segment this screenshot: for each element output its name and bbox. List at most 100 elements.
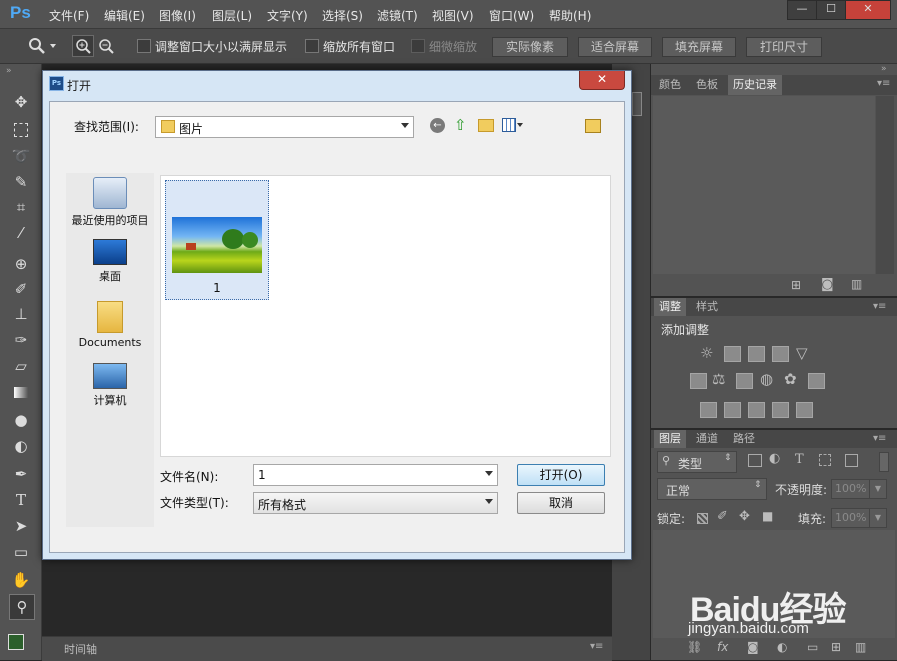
filename-input[interactable]: 1: [253, 464, 498, 486]
filter-smart-object-icon[interactable]: [845, 454, 858, 467]
zoom-in-icon[interactable]: [72, 35, 94, 57]
gradient-tool-icon[interactable]: [9, 381, 33, 405]
dodge-tool-icon[interactable]: ◐: [9, 434, 33, 458]
view-menu-icon[interactable]: [502, 118, 516, 132]
place-desktop[interactable]: 桌面: [66, 239, 154, 284]
back-icon[interactable]: ←: [430, 118, 445, 133]
zoom-out-icon[interactable]: [96, 36, 116, 56]
tab-history[interactable]: 历史记录: [728, 75, 782, 95]
shape-tool-icon[interactable]: ▭: [9, 540, 33, 564]
quick-select-tool-icon[interactable]: ✎: [9, 170, 33, 194]
new-group-icon[interactable]: ▭: [807, 640, 818, 654]
history-menu-icon[interactable]: ▾≡: [877, 78, 890, 89]
lock-transparent-icon[interactable]: [697, 513, 708, 524]
menu-type[interactable]: 文字(Y): [267, 7, 308, 24]
adjustments-menu-icon[interactable]: ▾≡: [873, 301, 886, 312]
collapsed-panel-icon[interactable]: [632, 92, 642, 116]
timeline-tab[interactable]: 时间轴: [64, 641, 97, 657]
fill-input[interactable]: 100%: [831, 508, 870, 528]
menu-image[interactable]: 图像(I): [159, 7, 196, 24]
posterize-icon[interactable]: [724, 402, 741, 418]
delete-layer-icon[interactable]: ▥: [855, 640, 866, 654]
filter-pixel-icon[interactable]: [748, 454, 762, 467]
dialog-close-button[interactable]: ✕: [579, 71, 625, 90]
lock-position-icon[interactable]: ✥: [739, 509, 750, 524]
zoom-tool-icon[interactable]: ⚲: [9, 594, 35, 620]
menu-edit[interactable]: 编辑(E): [104, 7, 145, 24]
opacity-dropdown-icon[interactable]: ▼: [869, 479, 887, 499]
fill-screen-button[interactable]: 填充屏幕: [662, 37, 736, 57]
lock-all-icon[interactable]: ■: [762, 509, 773, 523]
resize-windows-checkbox[interactable]: [137, 39, 151, 53]
print-size-button[interactable]: 打印尺寸: [746, 37, 822, 57]
actual-pixels-button[interactable]: 实际像素: [492, 37, 568, 57]
layers-menu-icon[interactable]: ▾≡: [873, 433, 886, 444]
new-folder-icon[interactable]: [478, 119, 494, 132]
link-layers-icon[interactable]: ⛓: [687, 640, 702, 654]
place-computer[interactable]: 计算机: [66, 363, 154, 408]
channel-mixer-icon[interactable]: ✿: [784, 370, 797, 388]
color-lookup-icon[interactable]: [808, 373, 825, 389]
levels-icon[interactable]: [724, 346, 741, 362]
favorites-folder-icon[interactable]: [585, 119, 601, 133]
stamp-tool-icon[interactable]: ⊥: [9, 302, 33, 326]
black-white-icon[interactable]: [736, 373, 753, 389]
layer-style-icon[interactable]: fx: [717, 640, 728, 654]
eraser-tool-icon[interactable]: ▱: [9, 354, 33, 378]
new-layer-icon[interactable]: ⊞: [831, 640, 841, 654]
fit-screen-button[interactable]: 适合屏幕: [578, 37, 652, 57]
close-app-button[interactable]: ✕: [845, 0, 891, 20]
type-tool-icon[interactable]: T: [9, 488, 33, 512]
threshold-icon[interactable]: [748, 402, 765, 418]
pen-tool-icon[interactable]: ✒: [9, 462, 33, 486]
camera-icon[interactable]: ◙: [821, 277, 834, 292]
tab-swatches[interactable]: 色板: [691, 75, 723, 95]
vibrance-icon[interactable]: ▽: [796, 344, 808, 362]
filetype-select[interactable]: 所有格式: [253, 492, 498, 514]
menu-window[interactable]: 窗口(W): [489, 7, 534, 24]
tab-styles[interactable]: 样式: [691, 298, 723, 316]
timeline-menu-icon[interactable]: ▾≡: [590, 641, 603, 652]
tab-layers[interactable]: 图层: [654, 430, 686, 448]
new-fill-layer-icon[interactable]: ◐: [777, 640, 787, 654]
history-scrollbar[interactable]: [876, 96, 894, 274]
filter-shape-icon[interactable]: [819, 454, 831, 466]
look-in-select[interactable]: 图片: [155, 116, 414, 138]
tab-channels[interactable]: 通道: [691, 430, 723, 448]
blur-tool-icon[interactable]: ●: [9, 408, 33, 432]
zoom-all-windows-checkbox[interactable]: [305, 39, 319, 53]
maximize-button[interactable]: ☐: [816, 0, 846, 20]
place-documents[interactable]: Documents: [66, 301, 154, 349]
menu-view[interactable]: 视图(V): [432, 7, 474, 24]
menu-select[interactable]: 选择(S): [322, 7, 363, 24]
collapse-panels-icon[interactable]: »: [881, 64, 887, 74]
menu-file[interactable]: 文件(F): [49, 7, 89, 24]
opacity-input[interactable]: 100%: [831, 479, 870, 499]
filter-toggle[interactable]: [879, 452, 889, 472]
new-document-from-state-icon[interactable]: ⊞: [791, 278, 801, 292]
lock-pixels-icon[interactable]: ✐: [717, 509, 728, 524]
open-button[interactable]: 打开(O): [517, 464, 605, 486]
tab-color[interactable]: 颜色: [654, 75, 686, 95]
curves-icon[interactable]: [748, 346, 765, 362]
filter-type-icon[interactable]: T: [795, 452, 804, 467]
move-tool-icon[interactable]: ✥: [9, 90, 33, 114]
cancel-button[interactable]: 取消: [517, 492, 605, 514]
photo-filter-icon[interactable]: ◍: [760, 370, 773, 388]
view-dropdown-icon[interactable]: [517, 123, 523, 127]
hue-saturation-icon[interactable]: [690, 373, 707, 389]
zoom-tool-preset-icon[interactable]: [28, 37, 46, 55]
invert-icon[interactable]: [700, 402, 717, 418]
up-folder-icon[interactable]: ⇧: [454, 116, 467, 134]
blend-mode-select[interactable]: 正常 ⇕: [657, 478, 767, 500]
tab-adjustments[interactable]: 调整: [654, 298, 686, 316]
preset-dropdown-icon[interactable]: [50, 44, 56, 48]
filter-adjustment-icon[interactable]: ◐: [769, 451, 780, 466]
layer-mask-icon[interactable]: ◙: [747, 640, 759, 654]
brush-tool-icon[interactable]: ✐: [9, 277, 33, 301]
menu-layer[interactable]: 图层(L): [212, 7, 252, 24]
marquee-tool-icon[interactable]: [9, 118, 33, 142]
place-recent[interactable]: 最近使用的项目: [66, 177, 154, 228]
gradient-map-icon[interactable]: [796, 402, 813, 418]
minimize-button[interactable]: —: [787, 0, 817, 20]
